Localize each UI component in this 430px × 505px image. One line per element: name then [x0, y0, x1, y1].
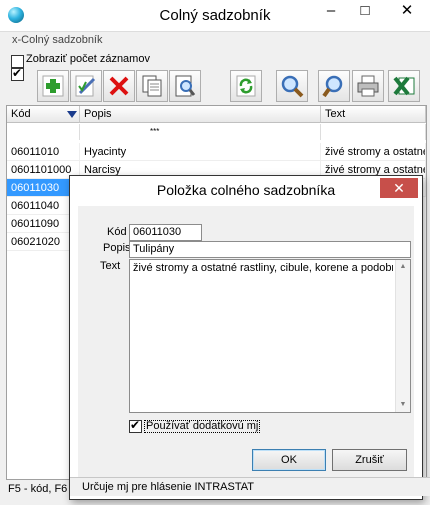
scroll-down-icon[interactable]: ▼	[396, 398, 410, 412]
kod-label: Kód	[107, 226, 127, 238]
export-excel-button[interactable]	[388, 70, 420, 102]
find-next-button[interactable]	[318, 70, 350, 102]
cancel-button[interactable]: Zrušiť	[332, 449, 407, 471]
table-row[interactable]: 06011010 Hyacinty živé stromy a ostatné	[7, 143, 426, 161]
ok-button[interactable]: OK	[252, 449, 326, 471]
column-header-popis-label: Popis	[84, 108, 112, 120]
kod-field[interactable]: 06011030	[129, 224, 202, 241]
cell-popis: Hyacinty	[80, 143, 321, 161]
text-label: Text	[100, 260, 121, 272]
use-unit-checkbox[interactable]: ✔	[129, 418, 142, 433]
column-header-kod-label: Kód	[11, 108, 31, 120]
filter-cell-text[interactable]	[321, 124, 426, 140]
text-area-content: živé stromy a ostatné rastliny, cibule, …	[133, 262, 393, 274]
edit-record-button[interactable]	[70, 70, 102, 102]
checkmark-icon: ✔	[12, 66, 23, 80]
popis-field[interactable]: Tulipány	[129, 241, 411, 258]
column-header-text[interactable]: Text	[321, 106, 426, 123]
toggle-checkbox[interactable]: ✔	[11, 66, 24, 81]
magnifier-icon	[281, 75, 304, 98]
view-record-button[interactable]	[169, 70, 201, 102]
filter-cell-popis[interactable]: ***	[80, 124, 321, 140]
cell-kod: 06011010	[7, 143, 80, 161]
dialog-titlebar: Položka colného sadzobníka ✕	[70, 176, 422, 206]
dialog-status-bar: Určuje mj pre hlásenie INTRASTAT	[70, 477, 430, 496]
dialog-close-button[interactable]: ✕	[380, 178, 418, 198]
add-record-button[interactable]	[37, 70, 69, 102]
column-header-kod[interactable]: Kód	[7, 106, 80, 123]
excel-icon	[393, 76, 415, 96]
document-magnifier-icon	[175, 75, 196, 97]
print-button[interactable]	[352, 70, 384, 102]
plus-icon	[42, 75, 64, 97]
filter-cell-kod[interactable]	[7, 124, 80, 140]
copy-record-button[interactable]	[136, 70, 168, 102]
delete-record-button[interactable]	[103, 70, 135, 102]
find-button[interactable]	[276, 70, 308, 102]
minimize-button[interactable]: –	[316, 0, 346, 22]
edit-pencil-icon	[75, 75, 96, 97]
dialog-title: Položka colného sadzobníka	[156, 182, 336, 198]
popis-label: Popis	[103, 242, 131, 254]
checkmark-icon: ✔	[130, 418, 141, 432]
filter-placeholder: ***	[150, 127, 160, 136]
scroll-up-icon[interactable]: ▲	[396, 260, 410, 274]
main-titlebar: Colný sadzobník – □ ✕	[0, 0, 430, 31]
magnifier-icon	[322, 75, 343, 98]
red-x-icon	[109, 76, 129, 96]
text-area-scrollbar[interactable]: ▲ ▼	[395, 260, 410, 412]
refresh-arrows-icon	[236, 75, 256, 97]
form-caption: x-Colný sadzobník	[6, 33, 430, 48]
text-area[interactable]: živé stromy a ostatné rastliny, cibule, …	[129, 259, 411, 413]
column-header-text-label: Text	[325, 108, 346, 120]
use-unit-label: Používať dodatkovú mj	[144, 420, 261, 433]
sort-descending-icon	[67, 111, 77, 118]
show-count-label: Zobraziť počet záznamov	[26, 53, 150, 65]
copy-pages-icon	[142, 75, 162, 97]
item-dialog: Položka colného sadzobníka ✕ Kód 0601103…	[69, 175, 430, 500]
refresh-button[interactable]	[230, 70, 262, 102]
cell-text: živé stromy a ostatné	[321, 143, 426, 161]
column-header-popis[interactable]: Popis	[80, 106, 321, 123]
close-button[interactable]: ✕	[392, 0, 422, 22]
maximize-button[interactable]: □	[350, 0, 380, 22]
dialog-client-area: Kód 06011030 Popis Tulipány Text živé st…	[70, 206, 430, 496]
printer-icon	[357, 75, 379, 97]
